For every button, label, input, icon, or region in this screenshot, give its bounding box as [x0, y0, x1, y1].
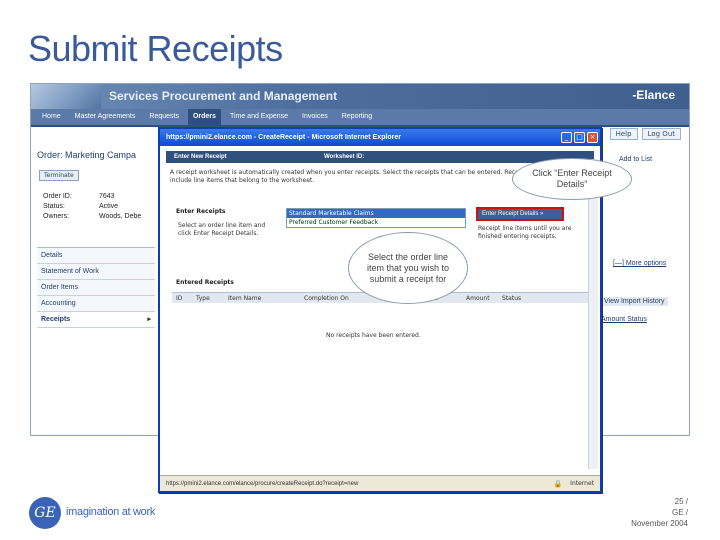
nav-tab-invoices[interactable]: Invoices — [297, 109, 333, 125]
more-options-link[interactable]: [—] More options — [613, 260, 666, 267]
slide-title: Submit Receipts — [28, 28, 283, 69]
popup-title: https://pmini2.elance.com - CreateReceip… — [166, 134, 401, 141]
enter-new-receipt-heading: Enter New Receipt — [174, 154, 227, 160]
col-id: ID — [176, 294, 183, 302]
nav-tab-reporting[interactable]: Reporting — [337, 109, 377, 125]
button-note: Receipt line items until you are finishe… — [478, 225, 572, 240]
app-banner: Services Procurement and Management -Ela… — [31, 84, 689, 109]
add-to-list-link[interactable]: Add to List — [619, 156, 652, 163]
side-menu-receipts[interactable]: Receipts — [37, 312, 155, 328]
callout-enter-details: Click “Enter Receipt Details” — [512, 158, 632, 200]
side-menu: Details Statement of Work Order Items Ac… — [37, 247, 155, 328]
brand-logo: -Elance — [632, 88, 675, 102]
app-title: Services Procurement and Management — [109, 89, 338, 103]
enter-receipts-label: Enter Receipts — [176, 208, 226, 215]
enter-receipts-description: Select an order line item and click Ente… — [178, 222, 266, 237]
order-id-value: 7643 — [99, 193, 115, 200]
col-type: Type — [196, 294, 210, 302]
side-menu-statement-of-work[interactable]: Statement of Work — [37, 264, 155, 280]
lock-icon: 🔒 — [553, 479, 563, 488]
popup-titlebar: https://pmini2.elance.com - CreateReceip… — [160, 129, 600, 146]
owners-value: Woods, Debe — [99, 213, 142, 220]
view-import-history-link[interactable]: View Import History — [601, 297, 668, 306]
nav-tab-orders[interactable]: Orders — [187, 109, 221, 125]
status-zone: Internet — [570, 480, 594, 487]
worksheet-id-label: Worksheet ID: — [324, 154, 365, 160]
no-receipts-message: No receipts have been entered. — [326, 332, 421, 339]
main-nav: Home Master Agreements Requests Orders T… — [31, 109, 689, 127]
logout-button[interactable]: Log Out — [641, 128, 681, 140]
popup-status-bar: https://pmini2.elance.com/elance/procure… — [160, 475, 600, 491]
nav-tab-master-agreements[interactable]: Master Agreements — [70, 109, 141, 125]
list-option[interactable]: Preferred Customer Feedback — [287, 218, 465, 227]
help-button[interactable]: Help — [609, 128, 638, 140]
popup-body: Enter New Receipt Worksheet ID: A receip… — [166, 151, 594, 473]
company-name: GE / — [671, 508, 688, 517]
close-icon[interactable]: × — [587, 132, 598, 143]
nav-tab-time-expense[interactable]: Time and Expense — [225, 109, 293, 125]
owners-label: Owners: — [43, 213, 70, 220]
status-value: Active — [99, 203, 119, 210]
list-option-selected[interactable]: Standard Marketable Claims — [287, 209, 465, 218]
entered-receipts-label: Entered Receipts — [176, 279, 234, 286]
header-buttons: Help Log Out — [609, 128, 681, 140]
col-status: Status — [502, 294, 522, 302]
callout-enter-details-text: Click “Enter Receipt Details” — [532, 168, 612, 189]
amount-status-header: Amount Status — [601, 316, 647, 323]
enter-receipt-details-button[interactable]: Enter Receipt Details » — [476, 207, 564, 221]
callout-select-line: Select the order line item that you wish… — [348, 232, 468, 304]
nav-tab-requests[interactable]: Requests — [144, 109, 184, 125]
page-number: 25 / — [674, 497, 688, 506]
banner-art — [31, 84, 101, 109]
side-menu-accounting[interactable]: Accounting — [37, 296, 155, 312]
terminate-button[interactable]: Terminate — [39, 170, 79, 181]
order-id-label: Order ID: — [43, 193, 72, 200]
minimize-icon[interactable]: _ — [561, 132, 572, 143]
status-label: Status: — [43, 203, 65, 210]
callout-select-line-text: Select the order line item that you wish… — [366, 251, 450, 284]
receipt-header-bar: Enter New Receipt Worksheet ID: — [166, 151, 594, 163]
order-line-item-list[interactable]: Standard Marketable Claims Preferred Cus… — [286, 208, 466, 228]
tagline: imagination at work — [66, 506, 156, 518]
popup-scrollbar[interactable] — [588, 159, 598, 469]
side-menu-order-items[interactable]: Order Items — [37, 280, 155, 296]
footer-info: 25 / GE / November 2004 — [631, 496, 688, 529]
status-url: https://pmini2.elance.com/elance/procure… — [166, 480, 359, 487]
ge-logo-icon: GE — [29, 497, 61, 529]
footer-date: November 2004 — [631, 519, 688, 528]
side-menu-details[interactable]: Details — [37, 248, 155, 264]
order-info: Order ID: 7643 Status: Active Owners: Woods… — [43, 192, 141, 222]
col-amount: Amount — [466, 294, 490, 302]
nav-tab-home[interactable]: Home — [37, 109, 66, 125]
maximize-icon[interactable]: □ — [574, 132, 585, 143]
col-item-name: Item Name — [228, 294, 262, 302]
